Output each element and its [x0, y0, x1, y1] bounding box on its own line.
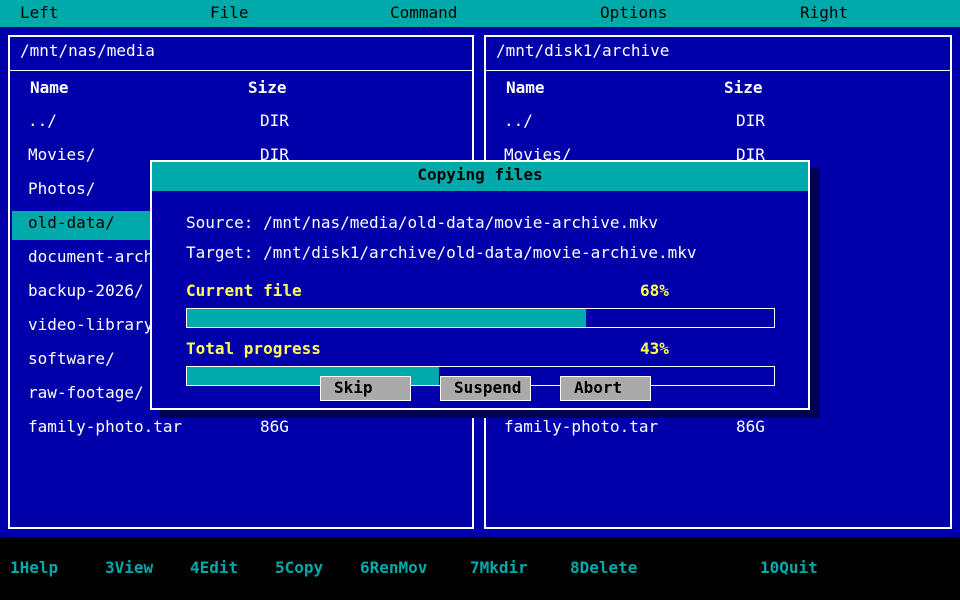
dialog-title: Copying files [152, 162, 808, 191]
file-name: video-library [28, 315, 154, 334]
fkey-quit[interactable]: 10Quit [760, 558, 818, 578]
file-name: document-arch [28, 247, 154, 266]
total-progress-percent: 43% [640, 339, 669, 358]
file-name: family-photo.tar [28, 417, 183, 436]
fkey-renmov[interactable]: 6RenMov [360, 558, 427, 578]
right-size-header[interactable]: Size [724, 78, 763, 98]
fkey-label: Quit [779, 558, 818, 577]
function-key-bar: 1Help 3View 4Edit 5Copy 6RenMov 7Mkdir 8… [0, 537, 960, 600]
menu-options[interactable]: Options [600, 3, 667, 23]
menu-command[interactable]: Command [390, 3, 457, 23]
file-name: old-data/ [28, 213, 115, 232]
file-name: Photos/ [28, 179, 96, 198]
skip-button[interactable]: Skip [320, 376, 411, 401]
file-size: DIR [736, 111, 765, 130]
file-name: software/ [28, 349, 115, 368]
fkey-edit[interactable]: 4Edit [190, 558, 238, 578]
current-file-label: Current file [186, 281, 302, 300]
left-panel-divider [10, 70, 472, 71]
file-name: raw-footage/ [28, 383, 144, 402]
right-row-parent[interactable]: ../ DIR [488, 107, 934, 135]
fkey-number: 10 [760, 558, 780, 577]
suspend-button[interactable]: Suspend [440, 376, 531, 401]
left-name-header[interactable]: Name [30, 78, 69, 98]
abort-button[interactable]: Abort [560, 376, 651, 401]
right-panel-path: /mnt/disk1/archive [496, 41, 670, 60]
fkey-label: Mkdir [479, 558, 528, 577]
file-name: ../ [504, 111, 533, 130]
fkey-view[interactable]: 3View [105, 558, 153, 578]
right-panel-divider [486, 70, 950, 71]
source-path: Source: /mnt/nas/media/old-data/movie-ar… [186, 213, 659, 232]
fkey-label: RenMov [369, 558, 428, 577]
current-file-progress-fill [187, 309, 587, 327]
fkey-help[interactable]: 1Help [10, 558, 58, 578]
file-name: Movies/ [28, 145, 96, 164]
menu-bar: Left File Command Options Right [0, 0, 960, 27]
fkey-label: Edit [199, 558, 239, 577]
total-progress-label: Total progress [186, 339, 321, 358]
file-size: DIR [260, 111, 289, 130]
file-name: ../ [28, 111, 57, 130]
fkey-number: 1 [10, 558, 20, 577]
current-file-percent: 68% [640, 281, 669, 300]
fkey-label: View [114, 558, 154, 577]
fkey-delete[interactable]: 8Delete [570, 558, 637, 578]
fkey-number: 6 [360, 558, 370, 577]
copy-dialog: Copying files Source: /mnt/nas/media/old… [150, 160, 810, 410]
file-name: backup-2026/ [28, 281, 144, 300]
fkey-label: Copy [284, 558, 324, 577]
fkey-copy[interactable]: 5Copy [275, 558, 323, 578]
right-name-header[interactable]: Name [506, 78, 545, 98]
fkey-number: 3 [105, 558, 115, 577]
fkey-number: 5 [275, 558, 285, 577]
current-file-progress-bar [186, 308, 775, 328]
fkey-label: Help [19, 558, 59, 577]
left-panel-path: /mnt/nas/media [20, 41, 155, 60]
left-row-parent[interactable]: ../ DIR [12, 107, 458, 135]
fkey-number: 7 [470, 558, 480, 577]
left-size-header[interactable]: Size [248, 78, 287, 98]
fkey-number: 8 [570, 558, 580, 577]
fkey-mkdir[interactable]: 7Mkdir [470, 558, 528, 578]
fkey-number: 4 [190, 558, 200, 577]
menu-right[interactable]: Right [800, 3, 848, 23]
target-path: Target: /mnt/disk1/archive/old-data/movi… [186, 243, 697, 262]
fkey-label: Delete [579, 558, 638, 577]
menu-file[interactable]: File [210, 3, 249, 23]
menu-left[interactable]: Left [20, 3, 59, 23]
